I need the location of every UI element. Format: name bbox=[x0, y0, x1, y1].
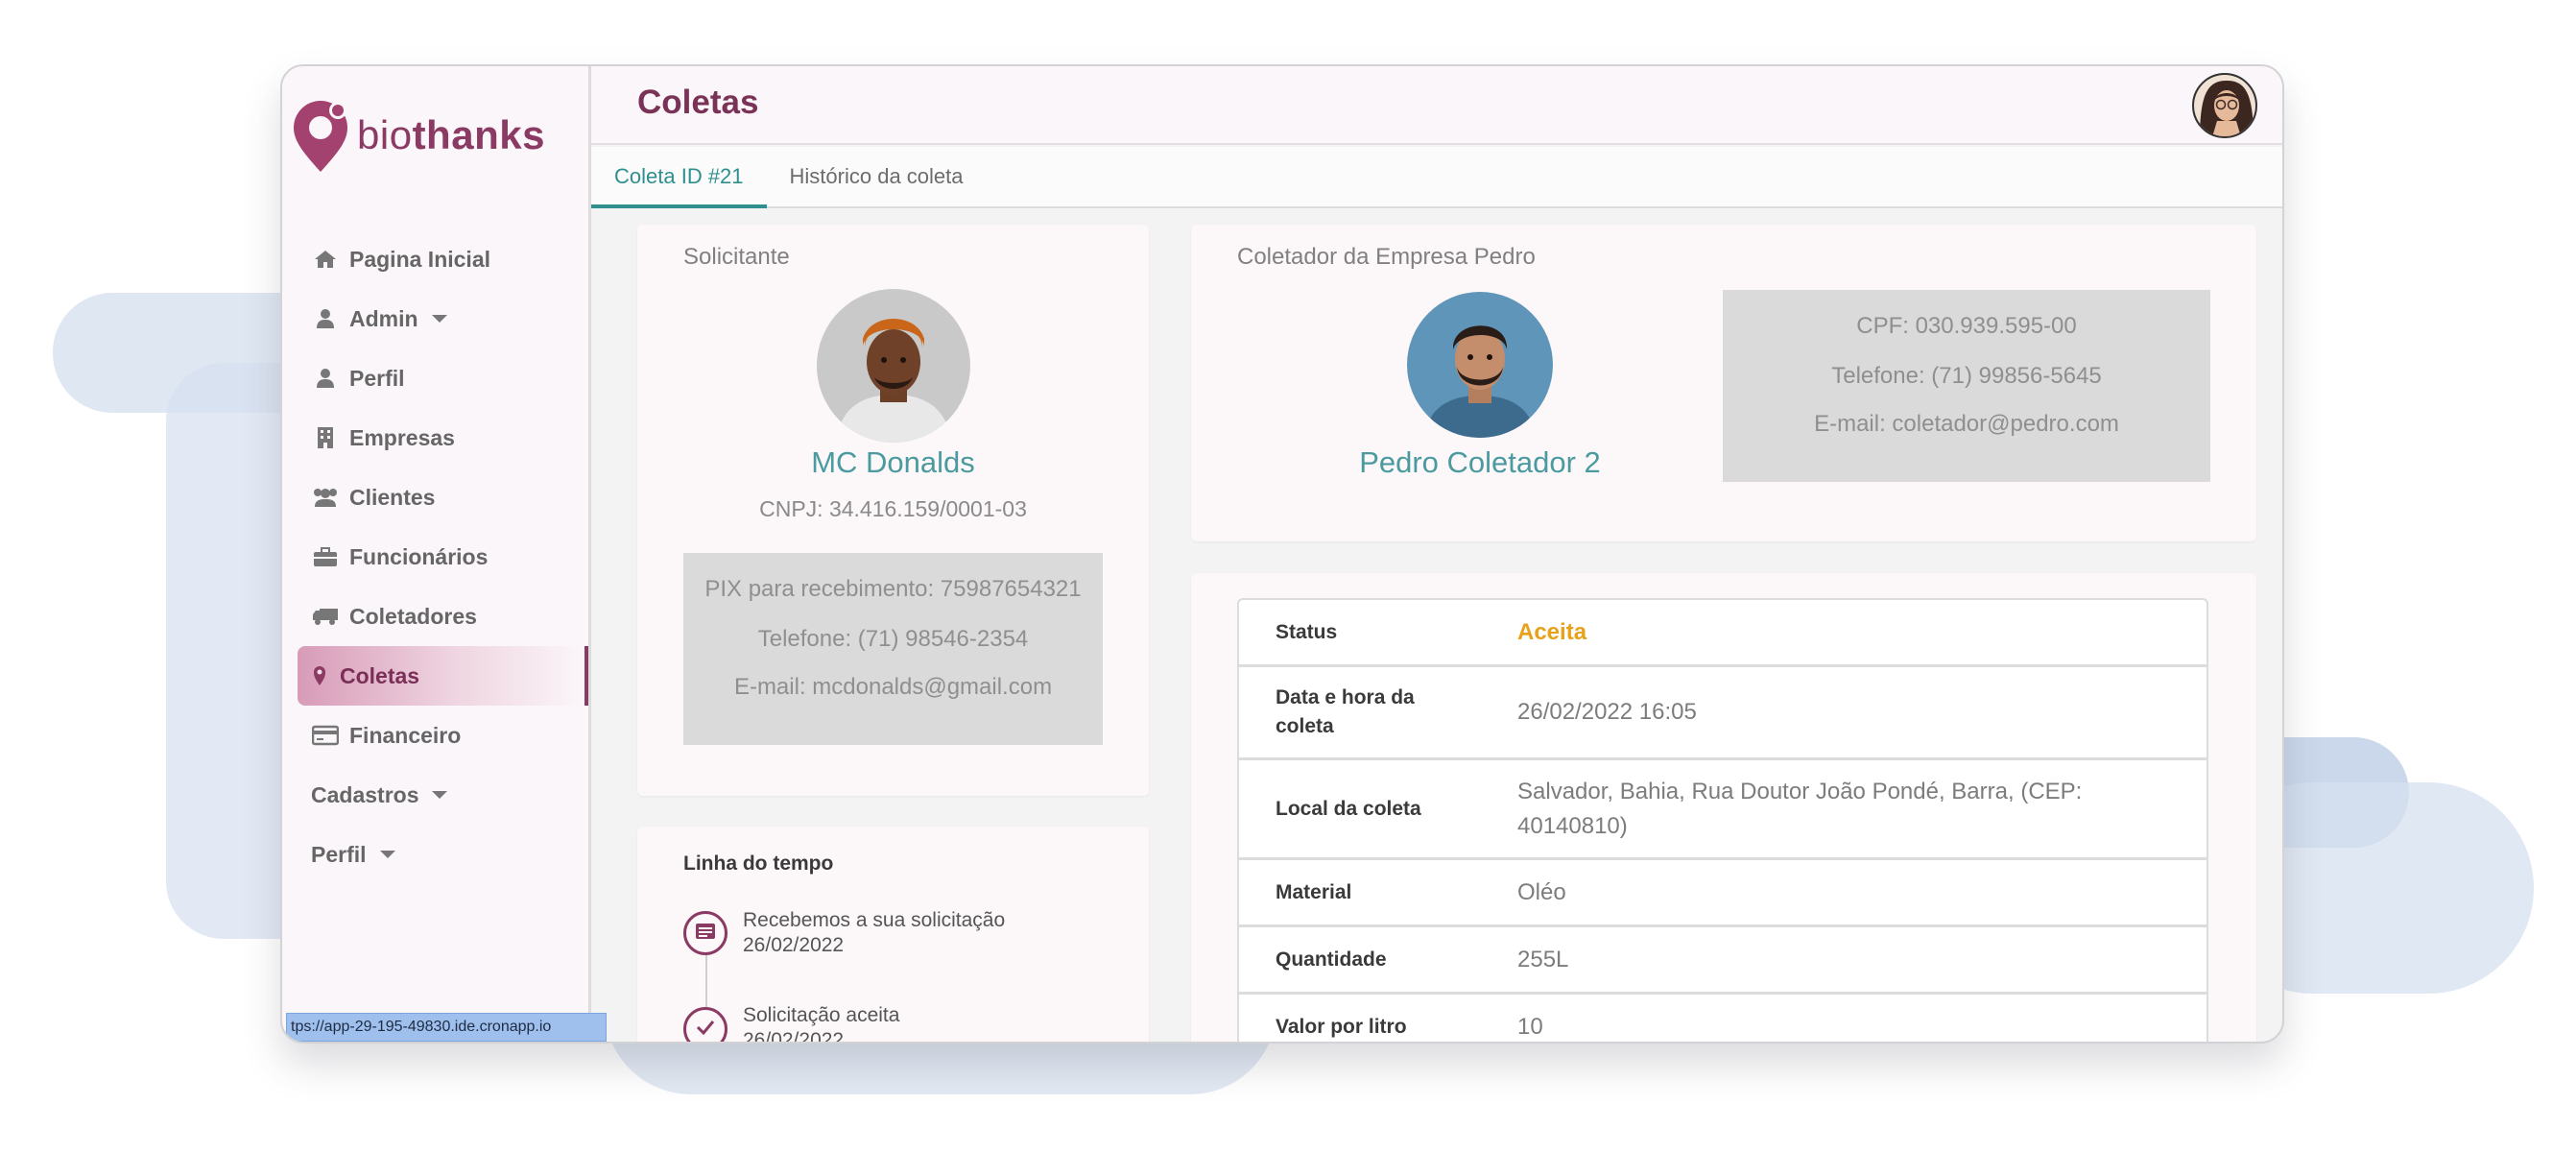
details-key: Data e hora da coleta bbox=[1276, 686, 1415, 737]
timeline-event-label: Recebemos a sua solicitação bbox=[743, 909, 1006, 931]
coletador-info-box: CPF: 030.939.595-00 Telefone: (71) 99856… bbox=[1723, 290, 2210, 482]
coletador-cpf: CPF: 030.939.595-00 bbox=[1856, 313, 2077, 339]
timeline-event-date: 26/02/2022 bbox=[743, 1029, 845, 1044]
sidebar-item-admin[interactable]: Admin bbox=[282, 289, 588, 348]
timeline-title: Linha do tempo bbox=[683, 852, 834, 875]
solicitante-card: Solicitante MC Donalds CNPJ: 34.416.159/… bbox=[637, 225, 1149, 796]
table-row: Data e hora da coleta 26/02/2022 16:05 bbox=[1239, 667, 2206, 760]
sidebar: biothanks Pagina Inicial Admin Perfil Em… bbox=[282, 66, 607, 1042]
stage: biothanks Pagina Inicial Admin Perfil Em… bbox=[0, 0, 2576, 1152]
list-icon bbox=[695, 923, 716, 945]
table-row: Material Oléo bbox=[1239, 860, 2206, 927]
details-key: Status bbox=[1276, 620, 1338, 643]
sidebar-item-label: Funcionários bbox=[349, 543, 489, 569]
table-row: Status Aceita bbox=[1239, 600, 2206, 667]
tab-coleta-id[interactable]: Coleta ID #21 bbox=[591, 147, 767, 208]
details-key: Material bbox=[1276, 880, 1352, 903]
coletador-name: Pedro Coletador 2 bbox=[1359, 445, 1601, 479]
table-row: Valor por litro 10 bbox=[1239, 995, 2206, 1042]
sidebar-item-label: Pagina Inicial bbox=[349, 246, 490, 272]
brand-name-bold: thanks bbox=[412, 112, 545, 157]
header: Coletas bbox=[591, 66, 2282, 145]
sidebar-item-coletadores[interactable]: Coletadores bbox=[282, 587, 588, 646]
solicitante-phone: Telefone: (71) 98546-2354 bbox=[757, 626, 1029, 652]
app-window: biothanks Pagina Inicial Admin Perfil Em… bbox=[280, 64, 2284, 1044]
user-icon bbox=[311, 366, 340, 391]
home-icon bbox=[311, 247, 340, 272]
timeline-event-icon bbox=[683, 1007, 727, 1042]
sidebar-item-label: Clientes bbox=[349, 484, 436, 510]
details-card: Status Aceita Data e hora da coleta 26/0… bbox=[1191, 573, 2256, 1042]
sidebar-item-coletas[interactable]: Coletas bbox=[298, 646, 588, 706]
coletador-heading: Coletador da Empresa Pedro bbox=[1237, 244, 1536, 270]
timeline-event-text: Solicitação aceita 26/02/2022 bbox=[743, 1003, 900, 1044]
details-value: Oléo bbox=[1517, 878, 1566, 905]
details-value: 255L bbox=[1517, 946, 1569, 972]
details-value: 10 bbox=[1517, 1013, 1543, 1040]
building-icon bbox=[311, 425, 340, 450]
sidebar-item-perfil-menu[interactable]: Perfil bbox=[282, 825, 588, 884]
brand-name: biothanks bbox=[357, 112, 545, 158]
brand-logo[interactable]: biothanks bbox=[290, 99, 545, 172]
solicitante-email: E-mail: mcdonalds@gmail.com bbox=[733, 674, 1053, 700]
sidebar-item-perfil[interactable]: Perfil bbox=[282, 348, 588, 408]
solicitante-heading: Solicitante bbox=[683, 244, 790, 270]
details-key: Valor por litro bbox=[1276, 1015, 1407, 1038]
sidebar-item-label: Admin bbox=[349, 305, 418, 331]
details-value: Salvador, Bahia, Rua Doutor João Pondé, … bbox=[1517, 778, 2083, 839]
coletador-email: E-mail: coletador@pedro.com bbox=[1814, 411, 2119, 437]
tab-bar: Coleta ID #21 Histórico da coleta bbox=[591, 147, 2282, 208]
solicitante-info-box: PIX para recebimento: 75987654321 Telefo… bbox=[683, 553, 1103, 745]
table-row: Quantidade 255L bbox=[1239, 927, 2206, 995]
sidebar-item-label: Empresas bbox=[349, 424, 455, 450]
status-bar-url: tps://app-29-195-49830.ide.cronapp.io bbox=[286, 1013, 607, 1042]
tab-historico[interactable]: Histórico da coleta bbox=[767, 147, 987, 208]
sidebar-item-financeiro[interactable]: Financeiro bbox=[282, 706, 588, 765]
sidebar-item-label: Coletas bbox=[340, 662, 420, 688]
sidebar-item-cadastros[interactable]: Cadastros bbox=[282, 765, 588, 825]
solicitante-name: MC Donalds bbox=[811, 445, 975, 479]
sidebar-item-empresas[interactable]: Empresas bbox=[282, 408, 588, 468]
sidebar-item-label: Perfil bbox=[311, 841, 367, 867]
briefcase-icon bbox=[311, 544, 340, 569]
timeline-event-text: Recebemos a sua solicitação 26/02/2022 bbox=[743, 908, 1005, 958]
details-key: Local da coleta bbox=[1276, 797, 1421, 820]
user-icon bbox=[311, 306, 340, 331]
sidebar-item-label: Coletadores bbox=[349, 603, 477, 629]
timeline-card: Linha do tempo Recebemos a sua solicitaç… bbox=[637, 827, 1149, 1044]
sidebar-item-label: Financeiro bbox=[349, 722, 462, 748]
details-key: Quantidade bbox=[1276, 948, 1387, 971]
solicitante-cnpj: CNPJ: 34.416.159/0001-03 bbox=[759, 496, 1027, 521]
chevron-down-icon bbox=[432, 791, 448, 799]
location-pin-logo-icon bbox=[290, 99, 351, 172]
sidebar-item-label: Cadastros bbox=[311, 781, 419, 807]
sidebar-item-funcionarios[interactable]: Funcionários bbox=[282, 527, 588, 587]
coletador-photo bbox=[1407, 292, 1553, 438]
credit-card-icon bbox=[311, 723, 340, 748]
timeline-event-date: 26/02/2022 bbox=[743, 934, 845, 956]
timeline-event-icon bbox=[683, 911, 727, 955]
details-table: Status Aceita Data e hora da coleta 26/0… bbox=[1237, 598, 2208, 1042]
table-row: Local da coleta Salvador, Bahia, Rua Dou… bbox=[1239, 760, 2206, 860]
solicitante-pix: PIX para recebimento: 75987654321 bbox=[704, 576, 1082, 602]
coletador-card: Coletador da Empresa Pedro Pedro Coletad… bbox=[1191, 225, 2256, 541]
chevron-down-icon bbox=[379, 851, 395, 858]
map-marker-icon bbox=[311, 663, 328, 688]
chevron-down-icon bbox=[431, 315, 447, 323]
check-icon bbox=[696, 1020, 715, 1040]
sidebar-item-label: Perfil bbox=[349, 365, 405, 391]
details-value: 26/02/2022 16:05 bbox=[1517, 699, 1697, 725]
page-title: Coletas bbox=[637, 84, 759, 121]
sidebar-nav: Pagina Inicial Admin Perfil Empresas Cli… bbox=[282, 229, 588, 884]
truck-icon bbox=[311, 604, 340, 629]
brand-name-light: bio bbox=[357, 112, 413, 157]
timeline-event-label: Solicitação aceita bbox=[743, 1004, 900, 1026]
users-icon bbox=[311, 485, 340, 510]
user-avatar[interactable] bbox=[2192, 73, 2257, 138]
coletador-phone: Telefone: (71) 99856-5645 bbox=[1831, 363, 2102, 389]
sidebar-item-clientes[interactable]: Clientes bbox=[282, 468, 588, 527]
sidebar-item-pagina-inicial[interactable]: Pagina Inicial bbox=[282, 229, 588, 289]
status-value: Aceita bbox=[1517, 618, 1587, 645]
solicitante-photo bbox=[817, 289, 970, 443]
